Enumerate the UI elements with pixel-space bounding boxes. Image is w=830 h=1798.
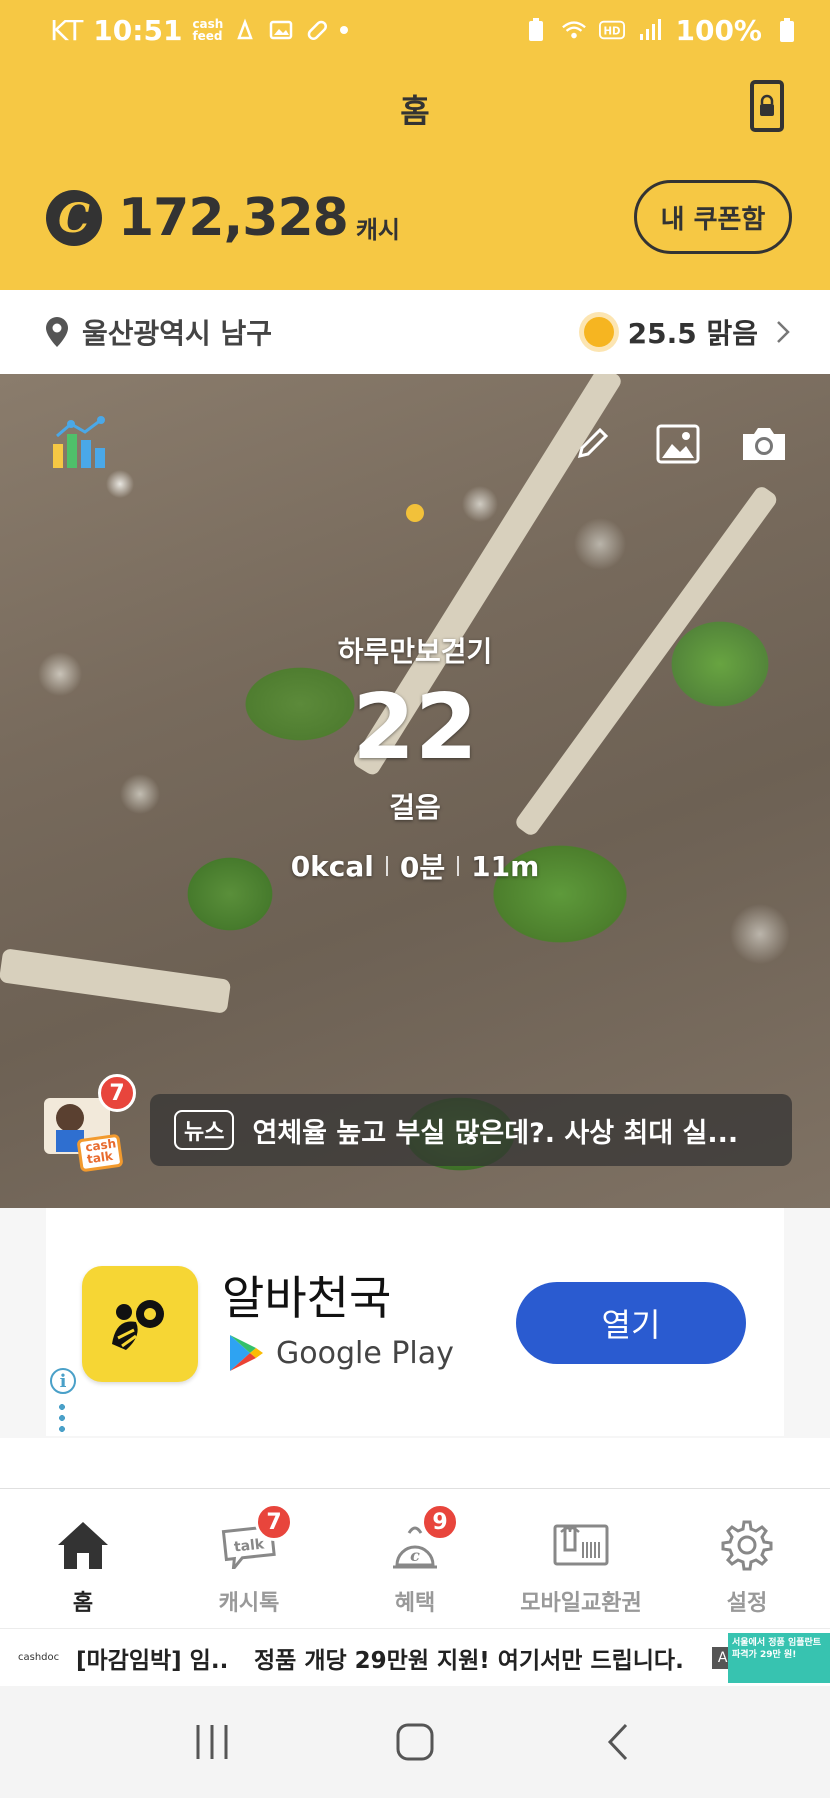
svg-text:c: c — [410, 1546, 420, 1565]
news-ticker[interactable]: 뉴스 연체율 높고 부실 많은데?. 사상 최대 실... — [150, 1094, 792, 1166]
nav-label: 캐시톡 — [218, 1591, 280, 1616]
carrier: KT — [50, 13, 84, 47]
ad-more-icon[interactable] — [59, 1404, 65, 1432]
news-badge: 7 — [98, 1074, 136, 1112]
clock: 10:51 — [93, 13, 183, 47]
battery-percent: 100% — [675, 13, 762, 47]
bottom-ad-banner[interactable]: cashdoc [마감임박] 임... 정품 개당 29만원 지원! 여기서만 … — [0, 1628, 830, 1686]
pedometer[interactable]: 하루만보걷기 22 걸음 0kcal 0분 11m — [0, 630, 830, 886]
bottom-navigation: 홈 talk 7 캐시톡 c 9 혜택 모바일교환권 설정 — [0, 1488, 830, 1628]
app-install-ad[interactable]: 알바천국 Google Play 열기 i — [46, 1208, 784, 1436]
albamon-app-icon — [82, 1266, 198, 1382]
location-text: 울산광역시 남구 — [82, 317, 273, 350]
cash-unit: 캐시 — [355, 215, 401, 244]
step-count: 22 — [352, 675, 478, 780]
svg-text:talk: talk — [233, 1536, 265, 1555]
home-button[interactable] — [385, 1712, 445, 1772]
cash-coin-icon: C — [46, 190, 102, 246]
weather-text: 25.5 맑음 — [627, 317, 758, 350]
sun-icon — [583, 317, 614, 347]
news-tag: 뉴스 — [174, 1110, 235, 1150]
nav-badge: 9 — [421, 1503, 459, 1541]
location-weather-bar[interactable]: 울산광역시 남구 25.5 맑음 — [0, 290, 830, 374]
google-play-icon — [230, 1335, 263, 1371]
app-header: 홈 C 172,328 캐시 내 쿠폰함 — [0, 60, 830, 290]
chevron-right-icon — [777, 321, 790, 343]
pedometer-background-photo: 하루만보걷기 22 걸음 0kcal 0분 11m 뉴스 연체율 높고 부실 많… — [0, 374, 830, 1208]
svg-text:HD: HD — [604, 27, 621, 38]
recent-apps-button[interactable] — [182, 1712, 242, 1772]
status-bar: KT 10:51 cash feed HD 100% — [0, 0, 830, 60]
wifi-icon — [561, 17, 587, 43]
camera-icon[interactable] — [738, 424, 790, 464]
ad-app-name: 알바천국 — [222, 1271, 392, 1325]
more-notifications-dot — [340, 26, 349, 34]
cash-amount: 172,328 — [118, 188, 349, 248]
stats-chart-icon[interactable] — [48, 412, 110, 474]
banner-thumbnail: 서울에서 정품 임플란트 파격가 29만 원! — [728, 1633, 830, 1683]
news-headline: 연체율 높고 부실 많은데?. 사상 최대 실... — [252, 1117, 739, 1149]
page-title: 홈 — [400, 92, 430, 130]
nav-label: 모바일교환권 — [520, 1591, 642, 1616]
pill-icon — [304, 17, 330, 43]
nav-home[interactable]: 홈 — [0, 1489, 166, 1628]
ad-info-icon[interactable]: i — [50, 1368, 76, 1394]
step-unit: 걸음 — [389, 791, 441, 824]
divider — [457, 856, 460, 876]
back-icon — [608, 1723, 628, 1761]
benefit-icon: c 9 — [387, 1503, 459, 1573]
back-button[interactable] — [588, 1712, 648, 1772]
gallery-icon — [268, 17, 294, 43]
ad-area: 알바천국 Google Play 열기 i — [0, 1208, 830, 1438]
nav-label: 설정 — [726, 1591, 768, 1616]
home-icon — [55, 1517, 111, 1573]
recent-apps-icon — [196, 1725, 228, 1759]
page-indicator-dot — [406, 504, 424, 522]
cashfeed-icon: cash feed — [192, 17, 224, 43]
banner-text: 정품 개당 29만원 지원! 여기서만 드립니다. — [254, 1647, 684, 1674]
lock-icon — [760, 94, 774, 116]
cash-talk-avatar[interactable]: cash talk 7 — [36, 1074, 136, 1178]
battery-saver-icon — [523, 17, 549, 43]
pedometer-stats: 0kcal 0분 11m — [0, 846, 830, 886]
hd-icon: HD — [599, 17, 626, 43]
nav-settings[interactable]: 설정 — [664, 1489, 830, 1628]
system-navigation-bar — [0, 1686, 830, 1798]
nav-label: 혜택 — [394, 1591, 436, 1616]
photo-stick — [0, 948, 232, 1014]
banner-title: [마감임박] 임... — [76, 1647, 226, 1674]
talk-icon: talk 7 — [221, 1503, 293, 1573]
lock-screen-button[interactable] — [750, 80, 784, 132]
store-name: Google Play — [276, 1335, 454, 1371]
nav-mobile-voucher[interactable]: 모바일교환권 — [498, 1489, 664, 1628]
edit-icon[interactable] — [566, 424, 618, 464]
cash-balance[interactable]: C 172,328 캐시 — [46, 188, 400, 248]
distance: 11m — [471, 849, 540, 883]
location-pin-icon — [46, 317, 68, 347]
nav-cash-talk[interactable]: talk 7 캐시톡 — [166, 1489, 332, 1628]
gallery-icon[interactable] — [652, 424, 704, 464]
nav-benefits[interactable]: c 9 혜택 — [332, 1489, 498, 1628]
notification-icon — [232, 17, 258, 43]
battery-icon — [774, 17, 800, 43]
weather[interactable]: 25.5 맑음 — [583, 312, 790, 352]
voucher-icon — [553, 1517, 609, 1573]
nav-badge: 7 — [255, 1503, 293, 1541]
nav-label: 홈 — [72, 1591, 94, 1616]
home-circle-icon — [396, 1723, 434, 1761]
minutes: 0분 — [399, 851, 446, 884]
cashdoc-logo: cashdoc — [18, 1652, 60, 1663]
my-coupons-button[interactable]: 내 쿠폰함 — [634, 180, 792, 254]
signal-icon — [637, 17, 663, 43]
pedometer-title: 하루만보걷기 — [337, 635, 493, 668]
google-play-label: Google Play — [226, 1332, 454, 1374]
open-app-button[interactable]: 열기 — [516, 1282, 746, 1364]
gear-icon — [719, 1517, 775, 1573]
calories: 0kcal — [290, 849, 374, 883]
divider — [385, 856, 388, 876]
